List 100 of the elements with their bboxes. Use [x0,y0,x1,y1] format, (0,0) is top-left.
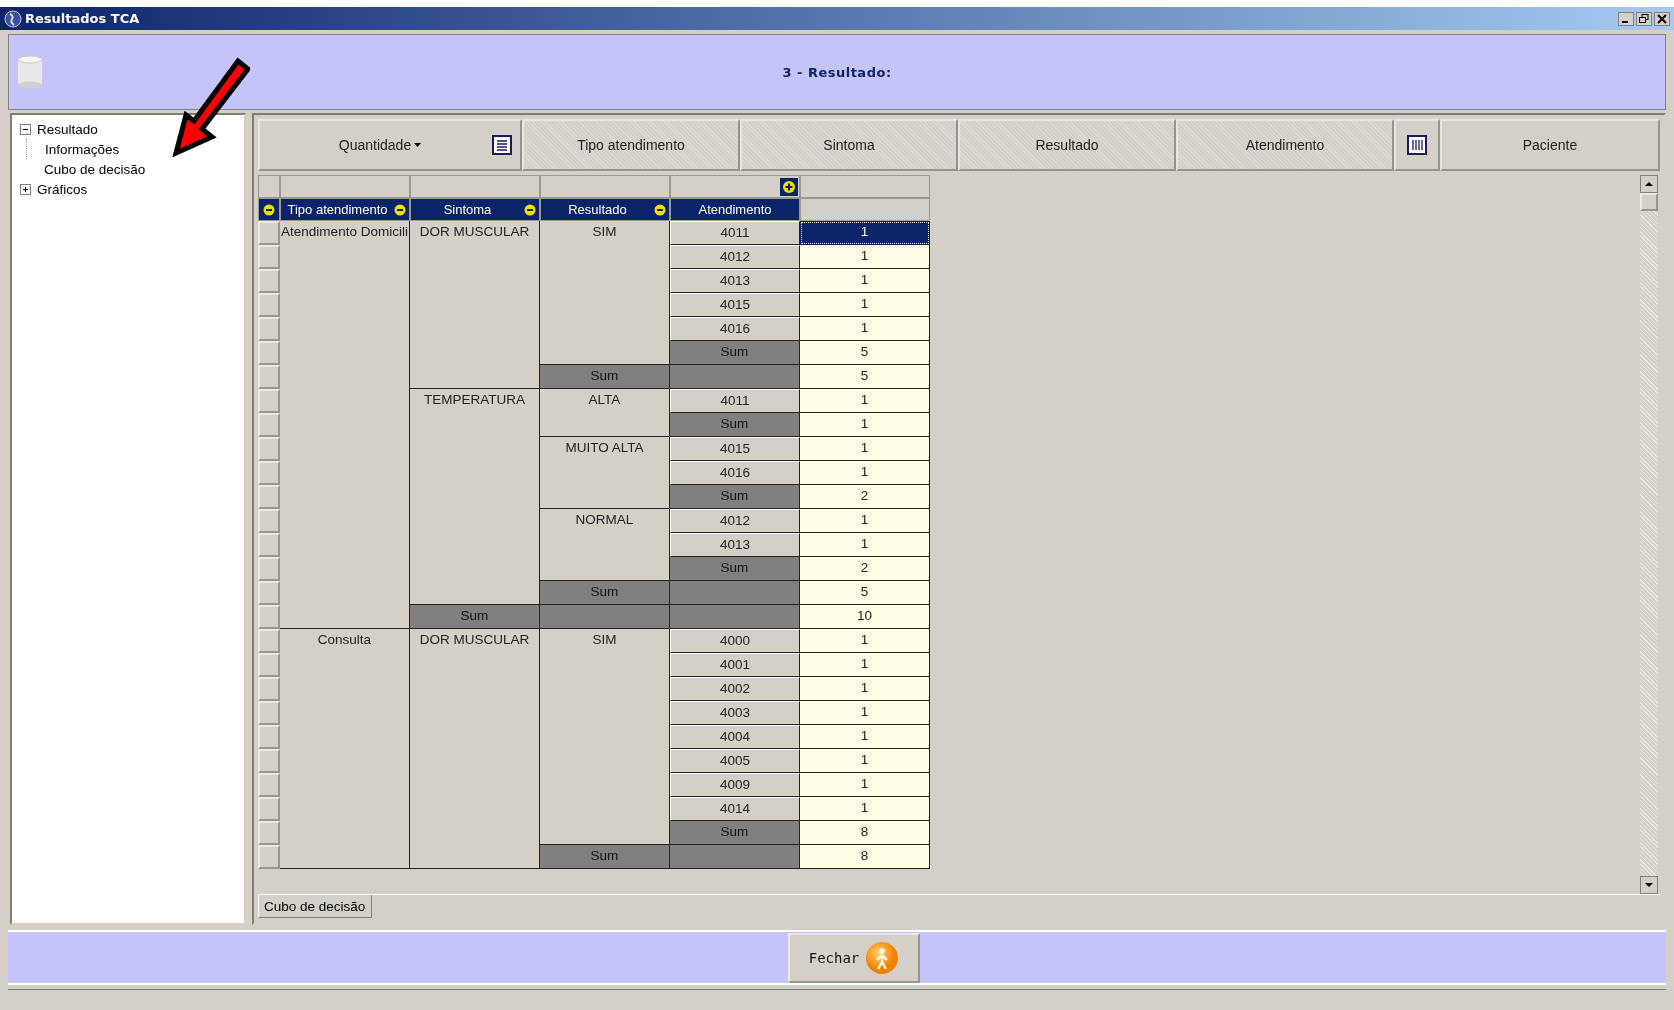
vertical-scrollbar[interactable] [1640,175,1658,894]
scroll-down-icon[interactable] [1640,876,1658,894]
value-cell[interactable]: 1 [800,653,930,677]
table-cell: ALTA [540,389,670,437]
value-cell[interactable]: 8 [800,845,930,869]
collapse-icon[interactable] [20,123,31,135]
value-cell[interactable]: 1 [800,413,930,437]
collapse-icon[interactable] [394,203,406,216]
tab[interactable]: Cubo de decisão [258,895,373,918]
row-header[interactable] [258,797,280,821]
value-cell[interactable]: 1 [800,773,930,797]
scroll-up-icon[interactable] [1640,175,1658,193]
value-cell[interactable]: 1 [800,509,930,533]
tree-item[interactable]: Cubo de decisão [44,161,146,177]
sum-label: Sum [540,581,670,605]
minimize-icon[interactable] [1618,11,1634,26]
row-header[interactable] [258,629,280,653]
dimension-field[interactable]: Tipo atendimento [522,119,740,171]
value-cell[interactable]: 10 [800,605,930,629]
value-cell[interactable]: 5 [800,581,930,605]
value-cell[interactable]: 5 [800,341,930,365]
row-header[interactable] [258,509,280,533]
value-cell[interactable]: 1 [800,677,930,701]
row-header[interactable] [258,317,280,341]
row-header[interactable] [258,341,280,365]
table-cell: Atendimento Domicili [280,221,410,629]
table-cell: 4001 [670,653,800,677]
value-cell[interactable]: 1 [800,533,930,557]
row-header[interactable] [258,557,280,581]
row-header[interactable] [258,773,280,797]
table-cell: DOR MUSCULAR [410,221,540,389]
value-cell[interactable]: 1 [800,461,930,485]
sum-label: Sum [540,365,670,389]
tree-item[interactable]: Gráficos [37,181,88,197]
row-header[interactable] [258,437,280,461]
value-cell[interactable]: 1 [800,725,930,749]
value-cell[interactable]: 1 [800,797,930,821]
value-cell[interactable]: 1 [800,245,930,269]
row-header[interactable] [258,605,280,629]
row-header[interactable] [258,725,280,749]
table-cell: 4015 [670,293,800,317]
value-cell[interactable]: 1 [800,629,930,653]
value-cell[interactable]: 1 [800,269,930,293]
summary-field[interactable]: Quantidade [258,119,522,171]
expand-icon[interactable] [780,177,798,196]
row-header[interactable] [258,365,280,389]
sum-label: Sum [670,557,800,581]
row-header[interactable] [258,653,280,677]
value-cell[interactable]: 2 [800,557,930,581]
sum-label: Sum [670,485,800,509]
row-header[interactable] [258,389,280,413]
close-icon[interactable] [1654,11,1670,26]
value-cell[interactable]: 1 [800,701,930,725]
value-cell[interactable]: 8 [800,821,930,845]
row-header[interactable] [258,845,280,869]
row-header[interactable] [258,701,280,725]
table-cell: SIM [540,629,670,845]
value-cell[interactable]: 1 [800,437,930,461]
row-header[interactable] [258,269,280,293]
row-header[interactable] [258,485,280,509]
row-header[interactable] [258,293,280,317]
table-cell: 4013 [670,269,800,293]
columns-icon[interactable] [1407,135,1427,155]
caret-icon[interactable] [414,143,422,147]
value-cell[interactable]: 1 [800,389,930,413]
table-cell: 4016 [670,317,800,341]
value-cell[interactable]: 5 [800,365,930,389]
close-button[interactable]: Fechar [788,932,920,983]
row-header[interactable] [258,677,280,701]
row-header[interactable] [258,413,280,437]
value-cell[interactable]: 1 [800,749,930,773]
table-cell: 4004 [670,725,800,749]
row-header[interactable] [258,533,280,557]
table-cell: 4002 [670,677,800,701]
collapse-icon[interactable] [263,203,275,216]
expand-icon[interactable] [20,183,31,195]
dimension-field[interactable]: Sintoma [740,119,958,171]
row-header[interactable] [258,461,280,485]
sum-label: Sum [670,413,800,437]
dimension-field[interactable]: Resultado [958,119,1176,171]
row-header[interactable] [258,245,280,269]
row-header[interactable] [258,749,280,773]
tree-item[interactable]: Informações [45,141,120,157]
value-cell[interactable]: 1 [800,221,930,245]
row-header[interactable] [258,221,280,245]
collapse-icon[interactable] [654,203,666,216]
database-icon [17,55,43,89]
tree-item[interactable]: Resultado [37,121,98,137]
summary-label[interactable]: Quantidade [338,137,412,153]
value-cell[interactable]: 1 [800,317,930,341]
value-cell[interactable]: 2 [800,485,930,509]
rows-icon[interactable] [492,135,512,155]
restore-icon[interactable] [1636,11,1652,26]
scroll-thumb[interactable] [1640,193,1658,211]
collapse-icon[interactable] [524,203,536,216]
dimension-field[interactable]: Atendimento [1176,119,1394,171]
table-cell: 4005 [670,749,800,773]
value-cell[interactable]: 1 [800,293,930,317]
row-header[interactable] [258,821,280,845]
row-header[interactable] [258,581,280,605]
